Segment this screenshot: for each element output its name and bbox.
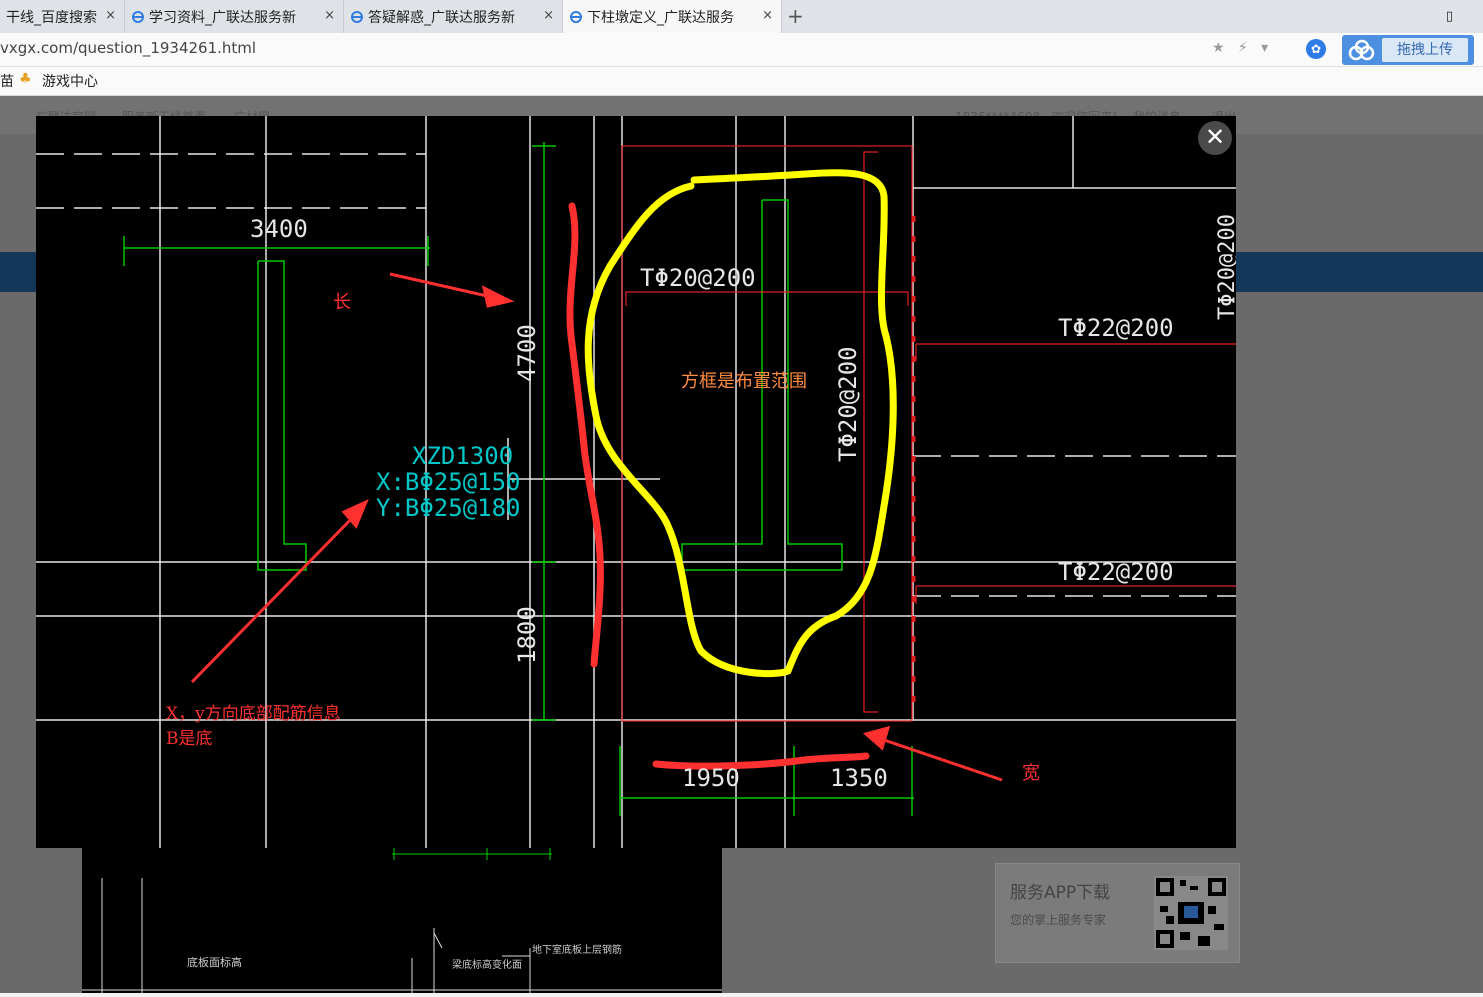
- note-rebar-info: X，y方向底部配筋信息: [166, 704, 341, 724]
- xzd-y-rebar: Y:BΦ25@180: [376, 494, 521, 522]
- close-icon[interactable]: ×: [762, 8, 773, 23]
- app-card-title: 服务APP下载: [1010, 883, 1111, 903]
- star-icon[interactable]: ★: [1212, 40, 1225, 56]
- dim-3400: 3400: [250, 215, 308, 243]
- bookmark-game-center[interactable]: 游戏中心: [42, 71, 98, 91]
- app-download-card[interactable]: 服务APP下载 您的掌上服务专家: [995, 863, 1240, 963]
- window-menu-icon[interactable]: ▯: [1446, 9, 1453, 24]
- close-icon[interactable]: ×: [543, 8, 554, 23]
- new-tab-button[interactable]: +: [787, 4, 804, 28]
- baidu-paw-icon[interactable]: ✿: [1306, 39, 1326, 59]
- upload-widget[interactable]: 拖拽上传: [1342, 35, 1474, 65]
- close-viewer-button[interactable]: ✕: [1198, 121, 1232, 155]
- thumb-label: 地下室底板上层钢筋: [532, 945, 622, 956]
- tab-label: 答疑解惑_广联达服务新: [368, 9, 515, 26]
- tab-baidu-search[interactable]: 干线_百度搜索 ×: [0, 0, 125, 33]
- cad-drawing-viewer: 3400 4700 1800 1950 1350 TΦ20@200 TΦ20@2…: [36, 116, 1240, 848]
- tab-qa[interactable]: 答疑解惑_广联达服务新 ×: [344, 0, 563, 33]
- xzd-name: XZD1300: [412, 442, 513, 470]
- ie-icon: [570, 10, 582, 23]
- note-range-box: 方框是布置范围: [681, 371, 807, 392]
- rebar-label-right-2: TΦ22@200: [1058, 558, 1174, 586]
- qr-code-icon: [1154, 876, 1228, 950]
- thumb-label: 底板面标高: [187, 956, 242, 969]
- bookmark-bar: 苗 ♣ 游戏中心: [0, 67, 1483, 96]
- chevron-down-icon[interactable]: ▾: [1261, 40, 1268, 56]
- ie-icon: [132, 10, 144, 23]
- cad-drawing: 3400 4700 1800 1950 1350 TΦ20@200 TΦ20@2…: [36, 116, 1240, 848]
- tab-bar: 干线_百度搜索 × 学习资料_广联达服务新 × 答疑解惑_广联达服务新 × 下柱…: [0, 0, 1483, 33]
- tab-label: 干线_百度搜索: [6, 9, 97, 26]
- tab-column-pier[interactable]: 下柱墩定义_广联达服务 ×: [563, 0, 782, 33]
- upload-button[interactable]: 拖拽上传: [1382, 38, 1468, 62]
- ie-icon: [351, 10, 363, 23]
- address-bar: vxgx.com/question_1934261.html ★ ⚡ ▾ ✿: [0, 33, 1483, 67]
- note-width: 宽: [1022, 763, 1040, 784]
- note-long: 长: [333, 292, 351, 313]
- thumbnail-drawing: [82, 848, 722, 993]
- close-icon[interactable]: ×: [324, 8, 335, 23]
- rebar-label-edge: TΦ20@200: [1215, 214, 1236, 320]
- red-highlight-line: [566, 202, 604, 668]
- rebar-label-top: TΦ20@200: [640, 264, 756, 292]
- tab-study-materials[interactable]: 学习资料_广联达服务新 ×: [125, 0, 344, 33]
- url-field[interactable]: vxgx.com/question_1934261.html: [0, 39, 256, 57]
- dim-1950: 1950: [682, 764, 740, 792]
- tab-label: 下柱墩定义_广联达服务: [587, 9, 734, 26]
- dim-4700: 4700: [513, 324, 541, 382]
- app-card-subtitle: 您的掌上服务专家: [1010, 913, 1107, 927]
- dim-1800: 1800: [513, 606, 541, 664]
- rebar-label-right-1: TΦ22@200: [1058, 314, 1174, 342]
- close-icon[interactable]: ×: [105, 8, 116, 23]
- squirrel-icon: ♣: [19, 71, 32, 87]
- rebar-label-vertical: TΦ20@200: [834, 346, 862, 462]
- lightning-icon[interactable]: ⚡: [1238, 40, 1248, 56]
- cloud-icon: [1348, 39, 1375, 61]
- tab-label: 学习资料_广联达服务新: [149, 9, 296, 26]
- address-actions: ★ ⚡ ▾: [1212, 40, 1268, 56]
- dim-1350: 1350: [830, 764, 888, 792]
- thumb-label: 梁底标高变化面: [452, 960, 522, 971]
- question-image-thumbnail: 底板面标高 梁底标高变化面 地下室底板上层钢筋: [82, 848, 722, 993]
- xzd-x-rebar: X:BΦ25@150: [376, 468, 521, 496]
- bookmark-item[interactable]: 苗: [0, 71, 14, 91]
- placement-range-box: [621, 145, 1236, 722]
- note-bottom: B是底: [166, 729, 213, 749]
